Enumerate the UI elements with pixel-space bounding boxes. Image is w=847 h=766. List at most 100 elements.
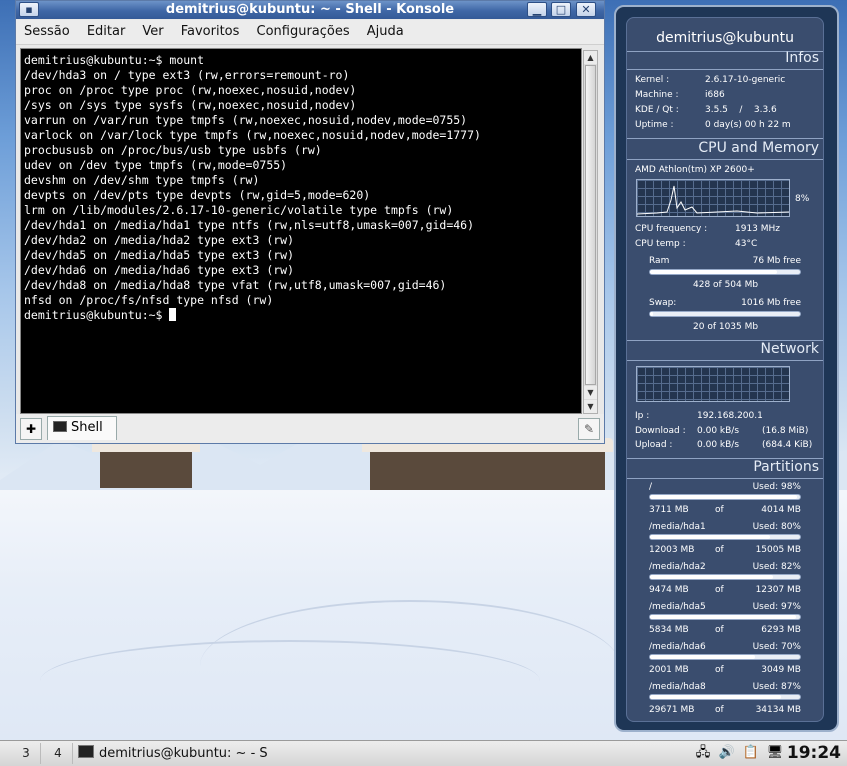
partition-usage-fill xyxy=(650,495,797,499)
divider xyxy=(627,159,823,160)
menu-sessao[interactable]: Sessão xyxy=(24,20,70,44)
terminal-line: varlock on /var/lock type tmpfs (rw,noex… xyxy=(24,128,481,142)
terminal-line: /dev/hda1 on /media/hda1 type ntfs (rw,n… xyxy=(24,218,475,232)
close-button[interactable]: ✕ xyxy=(576,2,596,17)
partition-usage-bar xyxy=(649,534,801,540)
klipper-icon[interactable]: 📋 xyxy=(742,744,760,762)
partition-usage-fill xyxy=(650,695,781,699)
kernel-row: Kernel :2.6.17-10-generic xyxy=(635,75,786,85)
menu-ajuda[interactable]: Ajuda xyxy=(367,20,404,44)
divider xyxy=(627,478,823,479)
network-heading: Network xyxy=(760,341,819,357)
partition-total-mb: 12307 MB xyxy=(755,585,801,595)
cpu-usage-line xyxy=(636,185,790,215)
volume-icon[interactable]: 🔊 xyxy=(718,744,736,762)
title-bar[interactable]: ▪ demitrius@kubuntu: ~ - Shell - Konsole… xyxy=(16,1,604,19)
uptime-row: Uptime :0 day(s) 00 h 22 m xyxy=(635,120,791,130)
desktop-4-button[interactable]: 4 xyxy=(44,743,73,764)
partition-usage-bar xyxy=(649,574,801,580)
tab-label: Shell xyxy=(71,420,103,435)
terminal-prompt-line: demitrius@kubuntu:~$ xyxy=(24,308,578,323)
close-session-button[interactable]: ✎ xyxy=(578,418,600,440)
taskbar-konsole-task[interactable]: demitrius@kubuntu: ~ - S xyxy=(78,743,278,764)
new-session-button[interactable]: ✚ xyxy=(20,418,42,440)
clock[interactable]: 19:24 xyxy=(787,741,841,765)
maximize-button[interactable]: □ xyxy=(551,2,571,17)
tab-shell[interactable]: Shell xyxy=(47,416,117,440)
swap-free: 1016 Mb free xyxy=(741,298,801,308)
terminal-scrollbar[interactable]: ▲ ▼ ▼ xyxy=(583,50,598,414)
cpu-usage-percent: 8% xyxy=(795,194,810,204)
cpu-usage-graph xyxy=(636,179,790,217)
terminal-output[interactable]: demitrius@kubuntu:~$ mount /dev/hda3 on … xyxy=(20,48,582,414)
menu-favoritos[interactable]: Favoritos xyxy=(181,20,240,44)
terminal-line: proc on /proc type proc (rw,noexec,nosui… xyxy=(24,83,357,97)
terminal-line: nfsd on /proc/fs/nfsd type nfsd (rw) xyxy=(24,293,274,307)
window-title: demitrius@kubuntu: ~ - Shell - Konsole xyxy=(165,2,455,17)
partition-used-mb: 29671 MB xyxy=(649,705,695,715)
cpu-frequency-row: CPU frequency :1913 MHz xyxy=(635,224,781,234)
terminal-line: /dev/hda2 on /media/hda2 type ext3 (rw) xyxy=(24,233,295,247)
menu-ver[interactable]: Ver xyxy=(142,20,163,44)
swap-used: 20 of 1035 Mb xyxy=(693,322,759,332)
partition-usage-fill xyxy=(650,575,773,579)
partition-used-percent: Used: 70% xyxy=(752,642,801,652)
kde-row: KDE / Qt :3.5.5 / 3.3.6 xyxy=(635,105,777,115)
ip-row: Ip :192.168.200.1 xyxy=(635,411,763,421)
scroll-down-arrow-icon[interactable]: ▼ xyxy=(584,386,597,399)
network-traffic-graph xyxy=(636,366,790,402)
partition-mount: / xyxy=(649,482,653,492)
divider xyxy=(627,69,823,70)
partition-usage-bar xyxy=(649,494,801,500)
terminal-line: /dev/hda5 on /media/hda5 type ext3 (rw) xyxy=(24,248,295,262)
partition-used-mb: 9474 MB xyxy=(649,585,689,595)
partition-mount: /media/hda5 xyxy=(649,602,706,612)
terminal-icon xyxy=(53,421,67,432)
partition-mount: /media/hda2 xyxy=(649,562,706,572)
infos-heading: Infos xyxy=(785,50,819,66)
partition-used-percent: Used: 80% xyxy=(752,522,801,532)
terminal-line: demitrius@kubuntu:~$ mount xyxy=(24,53,205,67)
cpu-temp-row: CPU temp :43°C xyxy=(635,239,758,249)
partition-usage-fill xyxy=(650,615,796,619)
partition-of-label: of xyxy=(715,705,724,715)
menu-editar[interactable]: Editar xyxy=(87,20,126,44)
menu-bar: Sessão Editar Ver Favoritos Configuraçõe… xyxy=(16,20,604,45)
partition-total-mb: 4014 MB xyxy=(761,505,801,515)
divider xyxy=(627,360,823,361)
terminal-line: /sys on /sys type sysfs (rw,noexec,nosui… xyxy=(24,98,357,112)
terminal-icon xyxy=(78,745,94,758)
scroll-up-arrow-icon[interactable]: ▲ xyxy=(584,51,597,64)
screen-icon[interactable]: 🖥 xyxy=(766,744,784,762)
minimize-button[interactable]: ▁ xyxy=(527,2,547,17)
desktop-3-button[interactable]: 3 xyxy=(12,743,41,764)
partitions-heading: Partitions xyxy=(753,459,819,475)
menu-configuracoes[interactable]: Configurações xyxy=(257,20,350,44)
partition-used-percent: Used: 98% xyxy=(752,482,801,492)
terminal-line: devshm on /dev/shm type tmpfs (rw) xyxy=(24,173,260,187)
partition-used-percent: Used: 97% xyxy=(752,602,801,612)
partition-usage-fill xyxy=(650,655,755,659)
swap-usage-bar xyxy=(649,311,801,317)
divider xyxy=(627,138,823,139)
wooden-hut-left xyxy=(92,438,200,488)
konsole-window: ▪ demitrius@kubuntu: ~ - Shell - Konsole… xyxy=(15,0,605,444)
partition-used-mb: 12003 MB xyxy=(649,545,695,555)
terminal-line: udev on /dev type tmpfs (rw,mode=0755) xyxy=(24,158,288,172)
partition-used-percent: Used: 82% xyxy=(752,562,801,572)
partition-usage-bar xyxy=(649,614,801,620)
scroll-down-arrow-icon[interactable]: ▼ xyxy=(584,400,597,413)
partition-used-mb: 3711 MB xyxy=(649,505,689,515)
ram-label: Ram xyxy=(649,256,670,266)
network-icon[interactable]: 🖧 xyxy=(694,744,712,762)
cpu-model: AMD Athlon(tm) XP 2600+ xyxy=(635,165,755,175)
terminal-line: devpts on /dev/pts type devpts (rw,gid=5… xyxy=(24,188,371,202)
taskbar: 3 4 demitrius@kubuntu: ~ - S 🖧 🔊 📋 🖥 19:… xyxy=(0,740,847,766)
ram-usage-bar xyxy=(649,269,801,275)
ram-used: 428 of 504 Mb xyxy=(693,280,759,290)
cpu-memory-heading: CPU and Memory xyxy=(698,140,819,156)
tab-bar: ✚ Shell ✎ xyxy=(16,414,604,443)
partition-total-mb: 3049 MB xyxy=(761,665,801,675)
scrollbar-thumb[interactable] xyxy=(585,65,596,385)
swap-label: Swap: xyxy=(649,298,677,308)
